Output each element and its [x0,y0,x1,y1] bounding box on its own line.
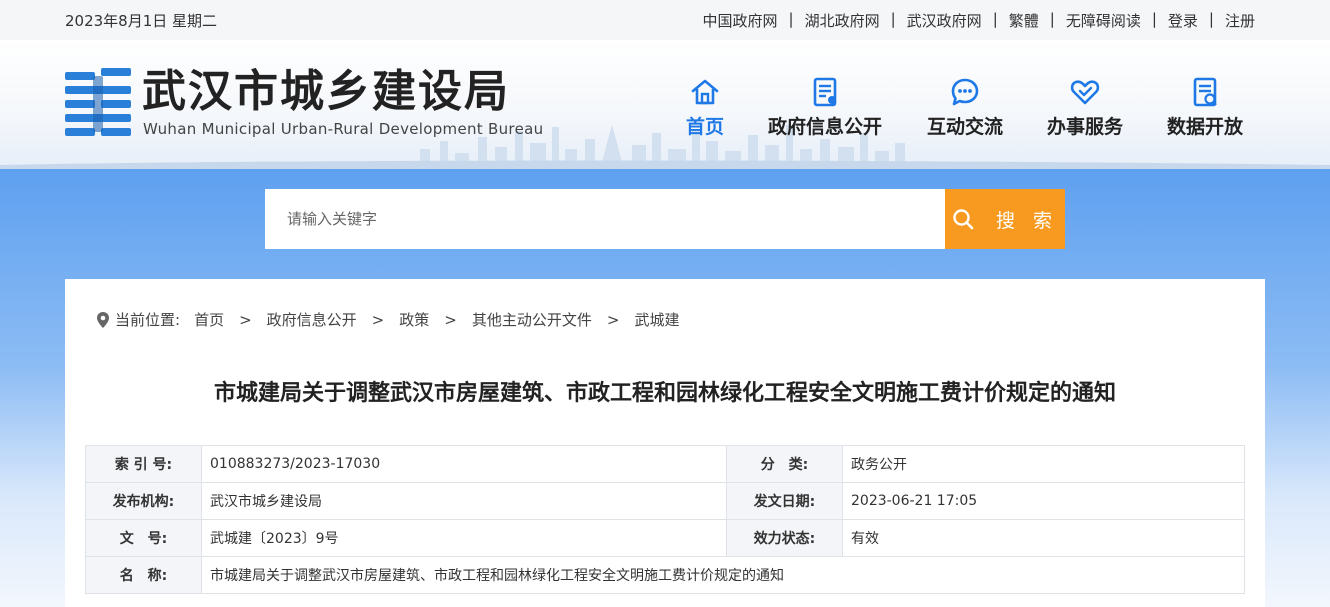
meta-index-value: 010883273/2023-17030 [201,445,727,483]
breadcrumb-item-gov-info[interactable]: 政府信息公开 [267,309,357,330]
breadcrumb-separator: > [606,310,620,329]
current-date: 2023年8月1日 星期二 [65,12,218,30]
breadcrumb-separator: > [371,310,385,329]
meta-date-value: 2023-06-21 17:05 [842,482,1245,520]
document-meta-table: 索 引 号: 010883273/2023-17030 分 类: 政务公开 发布… [85,445,1245,594]
meta-category-value: 政务公开 [842,445,1245,483]
meta-publisher-value: 武汉市城乡建设局 [201,482,727,520]
meta-status-label: 效力状态: [726,519,843,557]
chat-icon [951,78,979,106]
meta-name-value: 市城建局关于调整武汉市房屋建筑、市政工程和园林绿化工程安全文明施工费计价规定的通… [201,556,1245,594]
nav-services-label: 办事服务 [1046,116,1123,138]
meta-date-label: 发文日期: [726,482,843,520]
meta-status-value: 有效 [842,519,1245,557]
search-icon [953,209,974,230]
nav-home[interactable]: 首页 [684,76,726,139]
top-bar: 2023年8月1日 星期二 中国政府网 | 湖北政府网 | 武汉政府网 | 繁體… [0,0,1330,40]
nav-open-data-label: 数据开放 [1166,116,1243,138]
breadcrumb-item-other-files[interactable]: 其他主动公开文件 [472,309,592,330]
breadcrumb-separator: > [239,310,252,329]
nav-home-label: 首页 [685,116,724,138]
nav-gov-info[interactable]: 政府信息公开 [764,76,886,139]
document-icon [813,77,837,107]
meta-index-label: 索 引 号: [85,445,202,483]
link-wuhan-gov[interactable]: 武汉政府网 [907,10,982,31]
search-button-label: 搜 索 [995,209,1059,232]
link-traditional-chinese[interactable]: 繁體 [1009,10,1039,31]
meta-docno-value: 武城建〔2023〕9号 [201,519,727,557]
data-document-icon [1193,77,1217,107]
table-row: 发布机构: 武汉市城乡建设局 发文日期: 2023-06-21 17:05 [85,482,1245,520]
home-icon [691,79,719,105]
nav-interaction[interactable]: 互动交流 [924,76,1006,139]
breadcrumb-item-wuchengjian[interactable]: 武城建 [634,309,679,330]
search-input[interactable] [265,189,945,249]
link-login[interactable]: 登录 [1168,10,1198,31]
link-accessibility[interactable]: 无障碍阅读 [1066,10,1141,31]
meta-publisher-label: 发布机构: [85,482,202,520]
breadcrumb-item-policy[interactable]: 政策 [399,309,429,330]
separator: | [1049,10,1055,28]
service-heart-icon [1070,80,1100,105]
separator: | [992,10,998,28]
separator: | [1151,10,1157,28]
main-nav: 首页 政府信息公开 互动交流 办事服务 数据开放 [0,76,1330,146]
breadcrumb-item-home[interactable]: 首页 [194,309,224,330]
separator: | [1208,10,1214,28]
breadcrumb-prefix: 当前位置: [115,311,181,329]
site-header: 武汉市城乡建设局 Wuhan Municipal Urban-Rural Dev… [0,40,1330,169]
link-hubei-gov[interactable]: 湖北政府网 [805,10,880,31]
document-title: 市城建局关于调整武汉市房屋建筑、市政工程和园林绿化工程安全文明施工费计价规定的通… [213,381,1116,406]
content-panel: 当前位置: 首页 > 政府信息公开 > 政策 > 其他主动公开文件 > 武城建 … [65,279,1265,607]
meta-category-label: 分 类: [726,445,843,483]
breadcrumb: 当前位置: 首页 > 政府信息公开 > 政策 > 其他主动公开文件 > 武城建 [95,309,679,330]
top-links: 中国政府网 | 湖北政府网 | 武汉政府网 | 繁體 | 无障碍阅读 | 登录 … [703,10,1255,31]
nav-gov-info-label: 政府信息公开 [767,116,882,138]
meta-name-label: 名 称: [85,556,202,594]
table-row: 文 号: 武城建〔2023〕9号 效力状态: 有效 [85,519,1245,557]
link-gov-cn[interactable]: 中国政府网 [703,10,778,31]
separator: | [890,10,896,28]
nav-open-data[interactable]: 数据开放 [1164,76,1246,139]
location-pin-icon [97,311,109,328]
search-button[interactable]: 搜 索 [945,189,1065,249]
separator: | [788,10,794,28]
breadcrumb-separator: > [444,310,457,329]
link-register[interactable]: 注册 [1225,10,1255,31]
nav-services[interactable]: 办事服务 [1044,76,1126,139]
nav-interaction-label: 互动交流 [926,116,1003,138]
table-row: 名 称: 市城建局关于调整武汉市房屋建筑、市政工程和园林绿化工程安全文明施工费计… [85,556,1245,594]
table-row: 索 引 号: 010883273/2023-17030 分 类: 政务公开 [85,445,1245,483]
meta-docno-label: 文 号: [85,519,202,557]
